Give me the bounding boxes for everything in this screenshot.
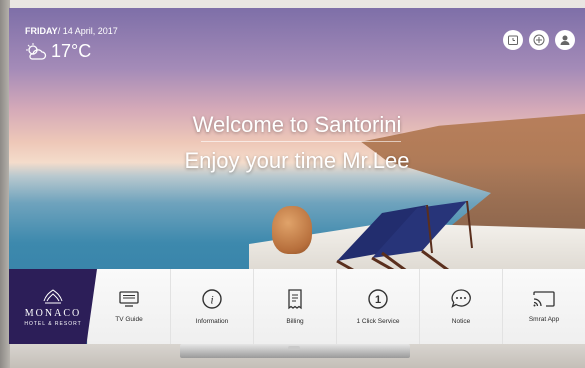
menu-label-smart-app: Smrat App: [528, 316, 560, 323]
greeting-subtitle: Enjoy your time Mr.Lee: [184, 148, 410, 173]
plus-circle-icon[interactable]: [529, 30, 549, 50]
billing-icon: [288, 289, 302, 310]
menu-label-one-click-service: 1 Click Service: [356, 318, 400, 325]
notice-icon: [451, 289, 471, 308]
menu-label-notice: Notice: [451, 318, 471, 325]
menu-item-one-click-service[interactable]: 1 1 Click Service: [336, 269, 419, 344]
crown-logo-icon: [43, 288, 63, 303]
pot-decoration: [272, 206, 312, 254]
cast-icon: [533, 291, 555, 307]
deck-chairs: [336, 200, 473, 280]
menu-item-smart-app[interactable]: Smrat App: [502, 269, 585, 344]
one-click-icon: 1: [368, 289, 388, 309]
top-icons: [503, 30, 575, 50]
hotel-name: MONACO: [24, 307, 82, 319]
user-icon[interactable]: [555, 30, 575, 50]
tv-frame: FRIDAY/ 14 April, 2017 17°C Welcome to S…: [9, 8, 585, 344]
tv-guide-icon: [119, 291, 139, 307]
menu-label-billing: Billing: [286, 318, 304, 325]
svg-text:1: 1: [375, 294, 381, 306]
date-text: / 14 April, 2017: [57, 26, 118, 36]
info-icon: i: [202, 289, 222, 309]
svg-text:i: i: [210, 293, 213, 307]
clock-icon[interactable]: [503, 30, 523, 50]
menu-item-tv-guide[interactable]: TV Guide: [87, 269, 170, 344]
menu-item-information[interactable]: i Information: [170, 269, 253, 344]
menu-label-information: Information: [195, 318, 229, 325]
menu-item-billing[interactable]: Billing: [253, 269, 336, 344]
hotel-logo: MONACO HOTEL & RESORT: [9, 269, 97, 344]
bottom-menu-bar: MONACO HOTEL & RESORT TV Guide i Informa…: [9, 269, 585, 344]
date-label: FRIDAY/ 14 April, 2017: [25, 26, 118, 36]
menu-item-notice[interactable]: Notice: [419, 269, 502, 344]
menu-label-tv-guide: TV Guide: [115, 316, 143, 323]
tv-screen: FRIDAY/ 14 April, 2017 17°C Welcome to S…: [9, 8, 585, 344]
main-menu: TV Guide i Information Billing 1 1 Click…: [87, 269, 585, 344]
day-label: FRIDAY: [25, 26, 58, 36]
title-divider: [201, 141, 401, 142]
welcome-title: Welcome to Santorini: [192, 112, 402, 137]
tv-stand-logo: [288, 346, 300, 350]
temperature: 17°C: [51, 41, 92, 61]
partly-cloudy-icon: [26, 42, 47, 60]
weather: 17°C: [25, 41, 91, 62]
hotel-tagline: HOTEL & RESORT: [24, 320, 82, 327]
